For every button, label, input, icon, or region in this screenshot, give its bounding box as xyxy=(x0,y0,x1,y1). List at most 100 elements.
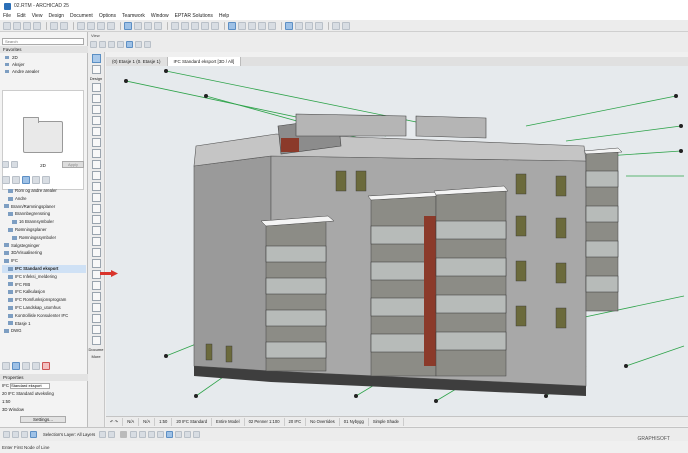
view-settings-icon[interactable] xyxy=(32,362,40,370)
lamp-tool-icon[interactable] xyxy=(91,259,101,268)
favorites-header[interactable]: Favorites xyxy=(0,46,88,53)
delete-icon[interactable] xyxy=(42,362,50,370)
favorite-item[interactable]: 2D xyxy=(2,54,82,61)
zoom-out-icon[interactable] xyxy=(139,431,147,438)
railing-tool-icon[interactable] xyxy=(91,160,101,169)
tree-item[interactable]: IFC Infeksi_meldering xyxy=(2,273,86,281)
undo-icon[interactable] xyxy=(3,431,10,438)
beam-tool-icon[interactable] xyxy=(91,105,101,114)
add-favorite-icon[interactable] xyxy=(2,160,9,168)
pan-icon[interactable] xyxy=(99,41,106,48)
column-tool-icon[interactable] xyxy=(91,94,101,103)
label-tool-icon[interactable] xyxy=(91,314,101,323)
wall-tool-icon[interactable] xyxy=(91,83,101,92)
3d-view-icon[interactable] xyxy=(97,21,105,30)
menu-window[interactable]: Window xyxy=(151,13,169,19)
3d-style-select[interactable]: Simple Shade xyxy=(369,417,404,426)
layer-icon[interactable] xyxy=(30,431,37,438)
menu-eptar[interactable]: EPTAR Solutions xyxy=(175,13,213,19)
scale-select[interactable]: 1:50 xyxy=(155,417,173,426)
next-view-icon[interactable] xyxy=(144,41,151,48)
settings-icon[interactable] xyxy=(342,21,350,30)
save-view-icon[interactable] xyxy=(12,362,20,370)
graphic-override-select[interactable]: No Overrides xyxy=(306,417,340,426)
search-input[interactable]: Search xyxy=(2,38,84,45)
open-icon[interactable] xyxy=(13,21,21,30)
trim-icon[interactable] xyxy=(211,21,219,30)
dimension-tool-icon[interactable] xyxy=(91,292,101,301)
view-name-field[interactable] xyxy=(10,382,51,389)
element-info-icon[interactable] xyxy=(21,431,28,438)
explore-icon[interactable] xyxy=(193,431,201,438)
tree-item[interactable]: IFC Landskap_utomhus xyxy=(2,304,86,312)
mvo-select[interactable]: 20 IFC xyxy=(285,417,307,426)
tree-item-selected[interactable]: IFC Standard eksport xyxy=(2,264,86,273)
3d-cutaway-icon[interactable] xyxy=(166,431,174,438)
orientation-control[interactable]: N/A xyxy=(139,417,156,426)
camera-icon[interactable] xyxy=(175,431,183,438)
marquee-tool-icon[interactable] xyxy=(91,65,101,74)
snap-icon[interactable] xyxy=(181,21,189,30)
grid-icon[interactable] xyxy=(171,21,179,30)
organizer-icon[interactable] xyxy=(42,176,50,184)
door-tool-icon[interactable] xyxy=(91,182,101,191)
save-icon[interactable] xyxy=(23,21,31,30)
tab-3d-view[interactable]: IFC Standard eksport [3D / All] xyxy=(167,57,242,66)
favorites-icon[interactable] xyxy=(332,21,340,30)
arrow-tool-icon[interactable] xyxy=(91,54,101,63)
line-type-icon[interactable] xyxy=(154,21,162,30)
model-view-select[interactable]: Entire Model xyxy=(212,417,245,426)
previous-view-icon[interactable] xyxy=(135,41,142,48)
fill-tool-icon[interactable] xyxy=(91,325,101,334)
menu-view[interactable]: View xyxy=(32,13,43,19)
favorite-item[interactable]: Aksjer xyxy=(2,61,82,68)
gravity-icon[interactable] xyxy=(285,21,293,30)
eye-icon[interactable] xyxy=(99,431,107,438)
pen-icon[interactable] xyxy=(144,21,152,30)
property-row[interactable]: 3D Window xyxy=(2,406,86,414)
walk-icon[interactable] xyxy=(184,431,192,438)
distribute-icon[interactable] xyxy=(268,21,276,30)
tree-item[interactable]: IFC Romfunksjonsprogram xyxy=(2,296,86,304)
lock-icon[interactable] xyxy=(108,431,116,438)
window-tool-icon[interactable] xyxy=(91,193,101,202)
layer-combination-select[interactable]: 20 IFC Standard xyxy=(172,417,213,426)
3d-cube-icon[interactable] xyxy=(126,41,133,48)
menu-file[interactable]: File xyxy=(3,13,11,19)
align-icon[interactable] xyxy=(258,21,266,30)
zoom-in-icon[interactable] xyxy=(130,431,138,438)
fit-window-icon[interactable] xyxy=(117,41,124,48)
apply-button[interactable]: Apply xyxy=(62,160,84,168)
menu-teamwork[interactable]: Teamwork xyxy=(122,13,145,19)
tab-floor-plan[interactable]: (0) Etasje 1 (0. Etasje 1) xyxy=(106,57,168,66)
renovation-filter-select[interactable]: 01 Nybygg xyxy=(340,417,369,426)
tree-item[interactable]: Brannbegrensning xyxy=(2,210,86,218)
shell-tool-icon[interactable] xyxy=(91,138,101,147)
menu-design[interactable]: Design xyxy=(48,13,64,19)
project-map-icon[interactable] xyxy=(2,176,10,184)
tree-item[interactable]: IFC xyxy=(2,257,86,265)
tree-item[interactable]: Salgstegninger xyxy=(2,242,86,250)
undo-zoom-button[interactable]: ↶ ↷ xyxy=(106,417,124,426)
stair-tool-icon[interactable] xyxy=(91,149,101,158)
tree-item[interactable]: IFC Kalkulasjon xyxy=(2,288,86,296)
tree-item[interactable]: DWG xyxy=(2,327,86,335)
3d-viewport[interactable] xyxy=(106,66,688,416)
menu-edit[interactable]: Edit xyxy=(17,13,26,19)
slab-tool-icon[interactable] xyxy=(91,116,101,125)
grid-tool-icon[interactable] xyxy=(91,281,101,290)
property-row[interactable]: 1:50 xyxy=(2,398,86,406)
clone-icon[interactable] xyxy=(22,362,30,370)
redo-icon[interactable] xyxy=(12,431,19,438)
skylight-tool-icon[interactable] xyxy=(91,204,101,213)
zoom-icon[interactable] xyxy=(108,41,115,48)
orbit-icon[interactable] xyxy=(90,41,97,48)
new-folder-icon[interactable] xyxy=(2,362,10,370)
offset-icon[interactable] xyxy=(248,21,256,30)
delete-favorite-icon[interactable] xyxy=(11,160,18,168)
pen-set-select[interactable]: 02 Penner 1:100 xyxy=(245,417,285,426)
settings-button[interactable]: Settings... xyxy=(20,416,66,423)
morph-tool-icon[interactable] xyxy=(91,248,101,257)
tree-item[interactable]: Rom og andre arealer xyxy=(2,187,86,195)
roof-tool-icon[interactable] xyxy=(91,127,101,136)
